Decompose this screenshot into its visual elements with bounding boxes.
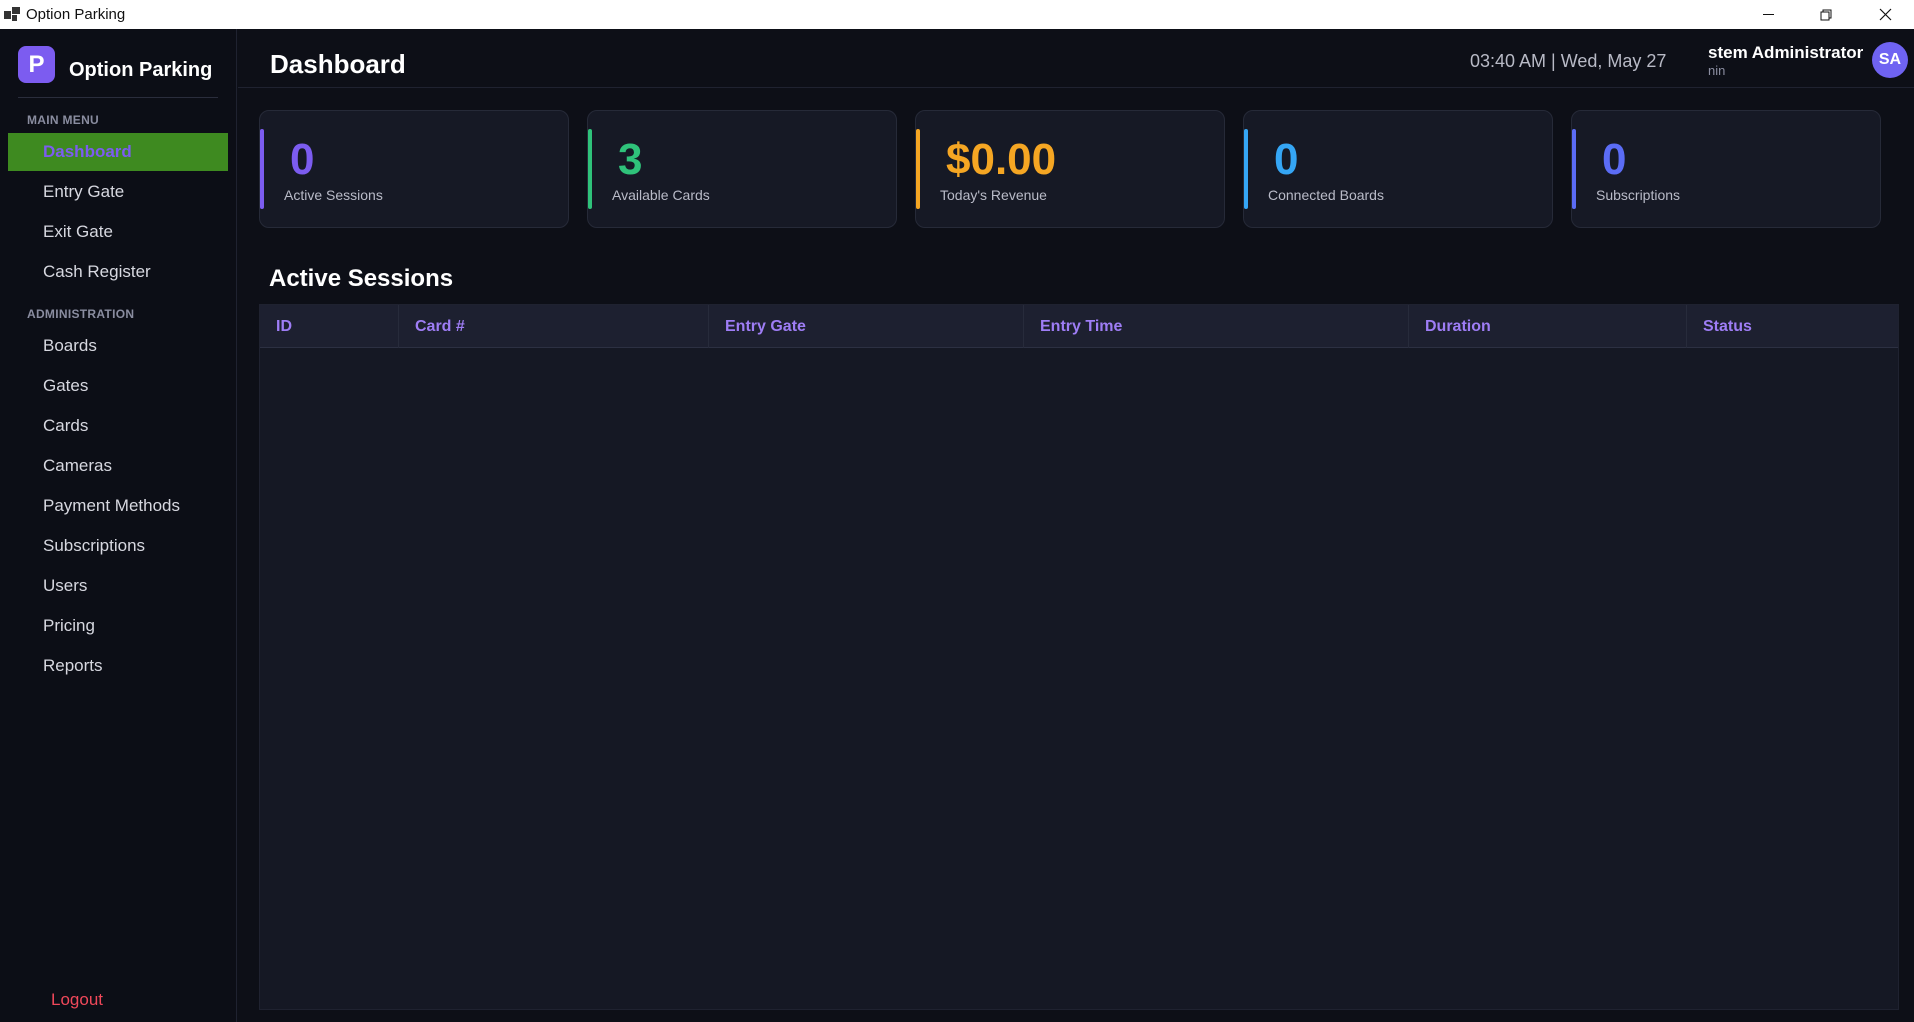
logout-button[interactable]: Logout — [51, 990, 103, 1010]
clock-display: 03:40 AM | Wed, May 27 — [1470, 51, 1667, 71]
window-titlebar: Option Parking — [0, 0, 1914, 29]
window-title: Option Parking — [26, 6, 126, 23]
stat-value: 3 — [618, 135, 643, 184]
sidebar: P Option Parking MAIN MENU Dashboard Ent… — [0, 29, 237, 1022]
close-icon — [1879, 8, 1891, 21]
sidebar-item-subscriptions[interactable]: Subscriptions — [8, 527, 228, 565]
close-button[interactable] — [1856, 0, 1914, 29]
page-title: Dashboard — [270, 49, 406, 79]
avatar[interactable]: SA — [1872, 42, 1908, 78]
stat-label: Connected Boards — [1268, 187, 1384, 203]
user-role: nin — [1708, 63, 1726, 78]
stat-card-active-sessions: 0 Active Sessions — [259, 110, 569, 228]
app-window-icon — [4, 6, 20, 23]
brand: P Option Parking — [18, 46, 212, 83]
stat-card-available-cards: 3 Available Cards — [587, 110, 897, 228]
column-header-card[interactable]: Card # — [399, 305, 709, 348]
column-header-entry-gate[interactable]: Entry Gate — [709, 305, 1024, 348]
stat-accent — [1244, 129, 1248, 209]
sidebar-item-dashboard[interactable]: Dashboard — [8, 133, 228, 171]
column-header-duration[interactable]: Duration — [1409, 305, 1687, 348]
stat-card-todays-revenue: $0.00 Today's Revenue — [915, 110, 1225, 228]
sidebar-item-pricing[interactable]: Pricing — [8, 607, 228, 645]
stat-value: 0 — [290, 135, 315, 184]
stat-card-subscriptions: 0 Subscriptions — [1571, 110, 1881, 228]
sidebar-item-cards[interactable]: Cards — [8, 407, 228, 445]
sidebar-item-boards[interactable]: Boards — [8, 327, 228, 365]
main-content: 0 Active Sessions 3 Available Cards $0.0… — [238, 89, 1914, 1022]
stat-card-connected-boards: 0 Connected Boards — [1243, 110, 1553, 228]
divider — [18, 97, 218, 98]
stat-accent — [260, 129, 264, 209]
stat-label: Available Cards — [612, 187, 710, 203]
main-menu-label: MAIN MENU — [27, 113, 100, 127]
stat-label: Today's Revenue — [940, 187, 1047, 203]
sidebar-item-exit-gate[interactable]: Exit Gate — [8, 213, 228, 251]
user-name: stem Administrator — [1708, 43, 1864, 62]
sidebar-item-entry-gate[interactable]: Entry Gate — [8, 173, 228, 211]
restore-button[interactable] — [1797, 0, 1855, 29]
minimize-icon — [1762, 14, 1774, 15]
page-header: Dashboard 03:40 AM | Wed, May 27 stem Ad… — [238, 29, 1914, 88]
stat-label: Active Sessions — [284, 187, 383, 203]
stat-label: Subscriptions — [1596, 187, 1681, 203]
column-header-id[interactable]: ID — [260, 305, 399, 348]
stat-value: $0.00 — [946, 135, 1057, 184]
column-header-status[interactable]: Status — [1687, 305, 1898, 348]
active-sessions-title: Active Sessions — [269, 265, 454, 292]
administration-label: ADMINISTRATION — [27, 307, 135, 321]
sidebar-item-reports[interactable]: Reports — [8, 647, 228, 685]
sidebar-item-payment-methods[interactable]: Payment Methods — [8, 487, 228, 525]
sidebar-item-cash-register[interactable]: Cash Register — [8, 253, 228, 291]
sidebar-item-cameras[interactable]: Cameras — [8, 447, 228, 485]
stat-accent — [916, 129, 920, 209]
stat-accent — [588, 129, 592, 209]
stat-value: 0 — [1274, 135, 1299, 184]
stat-accent — [1572, 129, 1576, 209]
minimize-button[interactable] — [1739, 0, 1797, 29]
sidebar-item-gates[interactable]: Gates — [8, 367, 228, 405]
sessions-table: ID Card # Entry Gate Entry Time Duration… — [259, 304, 1899, 1010]
brand-logo: P — [18, 46, 55, 83]
brand-name: Option Parking — [69, 59, 213, 81]
column-header-entry-time[interactable]: Entry Time — [1024, 305, 1409, 348]
table-header: ID Card # Entry Gate Entry Time Duration… — [260, 305, 1898, 348]
stat-value: 0 — [1602, 135, 1627, 184]
restore-icon — [1820, 9, 1832, 20]
sidebar-item-users[interactable]: Users — [8, 567, 228, 605]
